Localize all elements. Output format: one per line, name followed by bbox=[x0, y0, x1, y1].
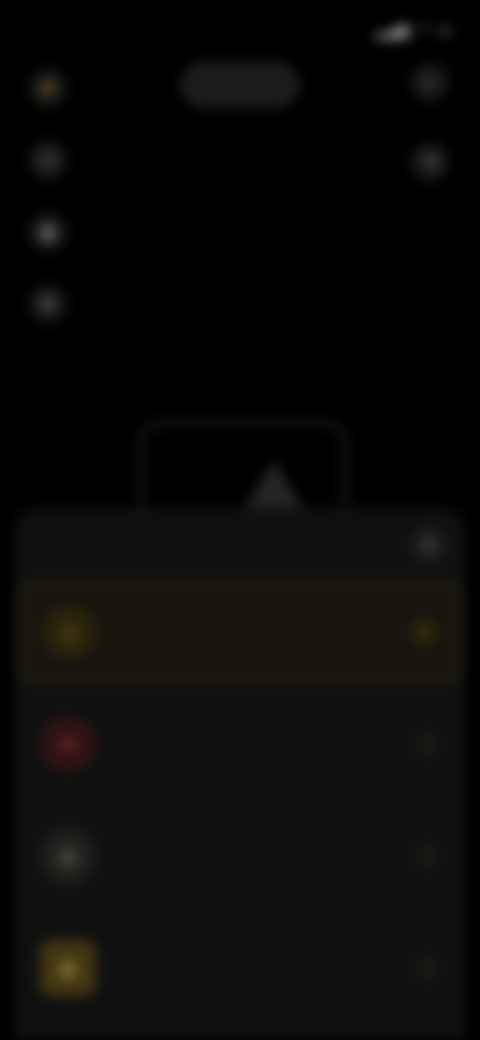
right-camera-controls: ◐ ⟲ bbox=[410, 62, 450, 182]
video-icon: ● bbox=[40, 716, 96, 772]
timer-icon[interactable]: ◷ bbox=[28, 140, 68, 180]
settings-icon[interactable]: ⚙ bbox=[28, 284, 68, 324]
camera-icon: ◎ bbox=[42, 604, 98, 660]
chevron-right-icon: › bbox=[412, 842, 440, 870]
close-icon[interactable]: ✕ bbox=[412, 528, 446, 562]
portrait-icon: ◍ bbox=[40, 828, 96, 884]
mode-option-1[interactable]: ◎ ✓ bbox=[20, 580, 460, 684]
document-icon: ▣ bbox=[40, 940, 96, 996]
filter-icon[interactable]: ◐ bbox=[410, 62, 450, 102]
check-icon: ✓ bbox=[410, 618, 438, 646]
mode-bottom-sheet: ✕ ◎ ✓ ● › ◍ › ▣ › bbox=[14, 508, 466, 1040]
status-icons: ▂▄▆ ◠ ▭ bbox=[375, 21, 452, 39]
mode-option-2[interactable]: ● › bbox=[20, 692, 460, 796]
mode-option-text bbox=[112, 853, 412, 859]
viewfinder-shape bbox=[244, 460, 304, 510]
wifi-icon: ◠ bbox=[416, 22, 430, 39]
camera-mode-pill[interactable] bbox=[180, 62, 300, 108]
mode-option-text bbox=[112, 965, 412, 971]
camera-screen: ▂▄▆ ◠ ▭ ⚡ ◷ ▦ ⚙ ◐ ⟲ ✕ ◎ ✓ ● › ◍ › ▣ › bbox=[0, 0, 480, 1040]
grid-icon[interactable]: ▦ bbox=[28, 212, 68, 252]
mode-option-3[interactable]: ◍ › bbox=[20, 804, 460, 908]
flash-icon[interactable]: ⚡ bbox=[28, 68, 68, 108]
mode-option-text bbox=[114, 629, 410, 635]
sheet-header: ✕ bbox=[14, 508, 466, 580]
switch-camera-icon[interactable]: ⟲ bbox=[410, 142, 450, 182]
signal-icon: ▂▄▆ bbox=[375, 22, 409, 39]
battery-icon: ▭ bbox=[437, 22, 452, 39]
mode-option-4[interactable]: ▣ › bbox=[20, 916, 460, 1020]
chevron-right-icon: › bbox=[412, 954, 440, 982]
status-bar: ▂▄▆ ◠ ▭ bbox=[28, 18, 452, 42]
mode-option-text bbox=[112, 741, 412, 747]
chevron-right-icon: › bbox=[412, 730, 440, 758]
blurred-background-layer: ▂▄▆ ◠ ▭ ⚡ ◷ ▦ ⚙ ◐ ⟲ ✕ ◎ ✓ ● › ◍ › ▣ › bbox=[0, 0, 480, 1040]
left-camera-controls: ⚡ ◷ ▦ ⚙ bbox=[28, 68, 68, 324]
